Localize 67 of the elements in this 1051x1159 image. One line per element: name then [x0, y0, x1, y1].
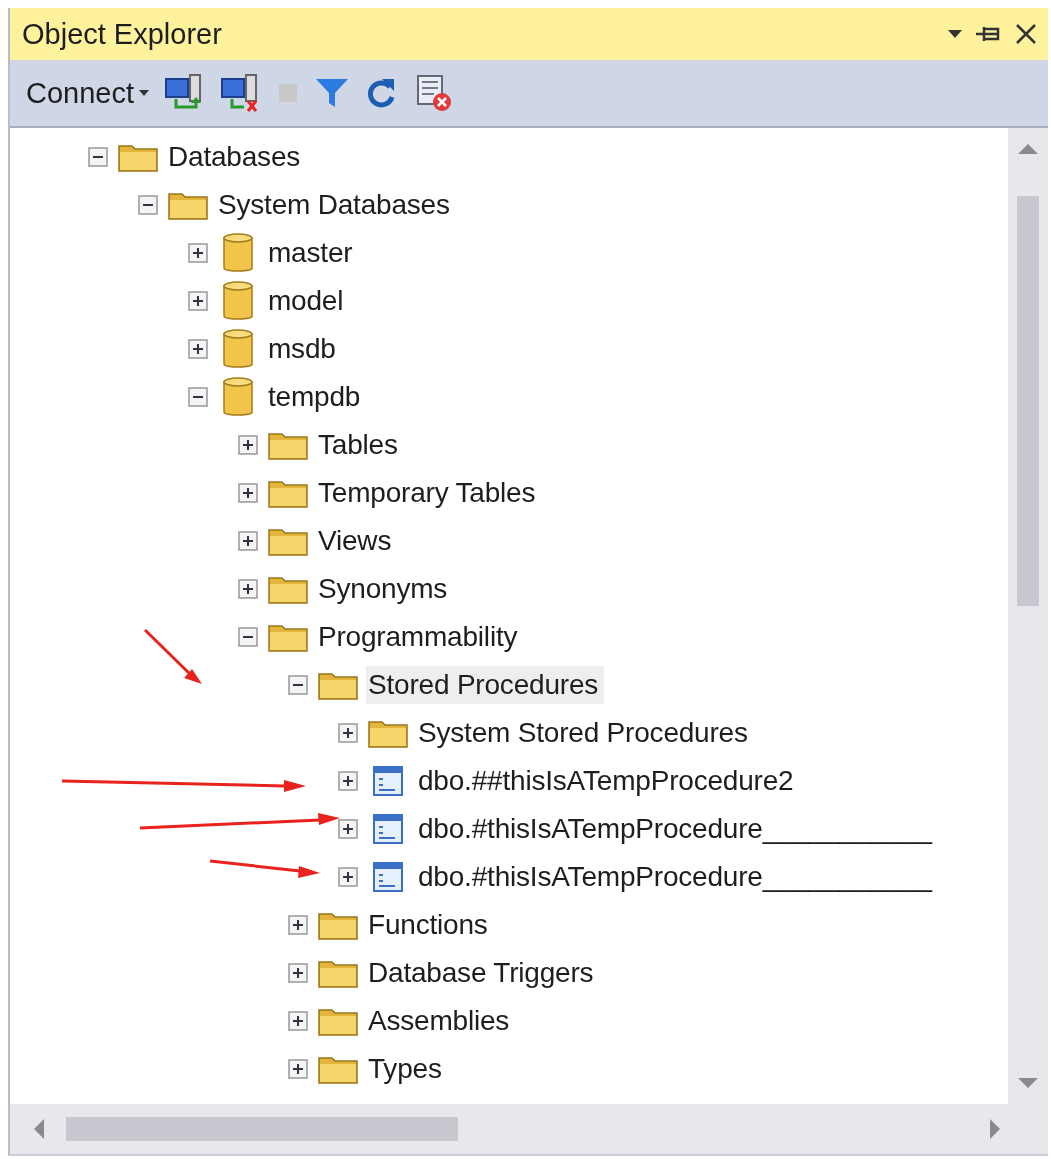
folder-icon: [318, 670, 358, 700]
tree-item[interactable]: Functions: [366, 906, 494, 944]
tree-item[interactable]: master: [266, 234, 359, 272]
scroll-thumb[interactable]: [66, 1117, 458, 1141]
folder-icon: [268, 574, 308, 604]
expand-icon[interactable]: [288, 963, 308, 983]
tree-item[interactable]: System Stored Procedures: [416, 714, 754, 752]
tree-item[interactable]: Databases: [166, 138, 307, 176]
tree-item[interactable]: model: [266, 282, 350, 320]
panel-title: Object Explorer: [22, 17, 222, 51]
folder-icon: [268, 622, 308, 652]
collapse-icon[interactable]: [138, 195, 158, 215]
expand-icon[interactable]: [288, 1011, 308, 1031]
expand-icon[interactable]: [338, 867, 358, 887]
expand-icon[interactable]: [338, 819, 358, 839]
collapse-icon[interactable]: [88, 147, 108, 167]
expand-icon[interactable]: [288, 1059, 308, 1079]
scroll-up-icon[interactable]: [1016, 142, 1040, 156]
collapse-icon[interactable]: [188, 387, 208, 407]
expand-icon[interactable]: [238, 531, 258, 551]
caret-icon: [138, 89, 150, 97]
folder-icon: [268, 526, 308, 556]
tree-item[interactable]: Types: [366, 1050, 448, 1088]
tree-item[interactable]: Synonyms: [316, 570, 454, 608]
tree-item[interactable]: dbo.#thisIsATempProcedure___________: [416, 858, 938, 896]
expand-icon[interactable]: [188, 243, 208, 263]
tree-item[interactable]: msdb: [266, 330, 342, 368]
folder-icon: [368, 718, 408, 748]
tree-item[interactable]: Programmability: [316, 618, 524, 656]
scroll-thumb[interactable]: [1017, 196, 1039, 606]
folder-icon: [318, 910, 358, 940]
collapse-icon[interactable]: [288, 675, 308, 695]
expand-icon[interactable]: [188, 291, 208, 311]
expand-icon[interactable]: [188, 339, 208, 359]
scroll-left-icon[interactable]: [32, 1117, 46, 1141]
dropdown-icon[interactable]: [946, 28, 964, 40]
folder-icon: [268, 478, 308, 508]
scroll-right-icon[interactable]: [988, 1117, 1002, 1141]
folder-icon: [118, 142, 158, 172]
expand-icon[interactable]: [288, 915, 308, 935]
close-icon[interactable]: [1014, 22, 1038, 46]
connect-button[interactable]: Connect: [26, 76, 150, 110]
tree-item[interactable]: Assemblies: [366, 1002, 516, 1040]
tree-item[interactable]: dbo.#thisIsATempProcedure___________: [416, 810, 938, 848]
tree-item[interactable]: Views: [316, 522, 398, 560]
folder-icon: [268, 430, 308, 460]
tree-item[interactable]: Database Triggers: [366, 954, 600, 992]
annotation-arrow: [143, 628, 202, 684]
expand-icon[interactable]: [338, 771, 358, 791]
folder-icon: [318, 1054, 358, 1084]
horizontal-scrollbar[interactable]: [10, 1104, 1048, 1154]
tree-item[interactable]: dbo.##thisIsATempProcedure2: [416, 762, 800, 800]
collapse-icon[interactable]: [238, 627, 258, 647]
vertical-scrollbar[interactable]: [1008, 128, 1048, 1104]
folder-icon: [318, 958, 358, 988]
tree-item[interactable]: Temporary Tables: [316, 474, 542, 512]
expand-icon[interactable]: [338, 723, 358, 743]
tree-item[interactable]: Stored Procedures: [366, 666, 605, 704]
folder-icon: [168, 190, 208, 220]
expand-icon[interactable]: [238, 483, 258, 503]
expand-icon[interactable]: [238, 579, 258, 599]
tree-item[interactable]: Tables: [316, 426, 404, 464]
folder-icon: [318, 1006, 358, 1036]
expand-icon[interactable]: [238, 435, 258, 455]
tree-item[interactable]: tempdb: [266, 378, 367, 416]
scroll-down-icon[interactable]: [1016, 1076, 1040, 1090]
tree-item[interactable]: System Databases: [216, 186, 456, 224]
